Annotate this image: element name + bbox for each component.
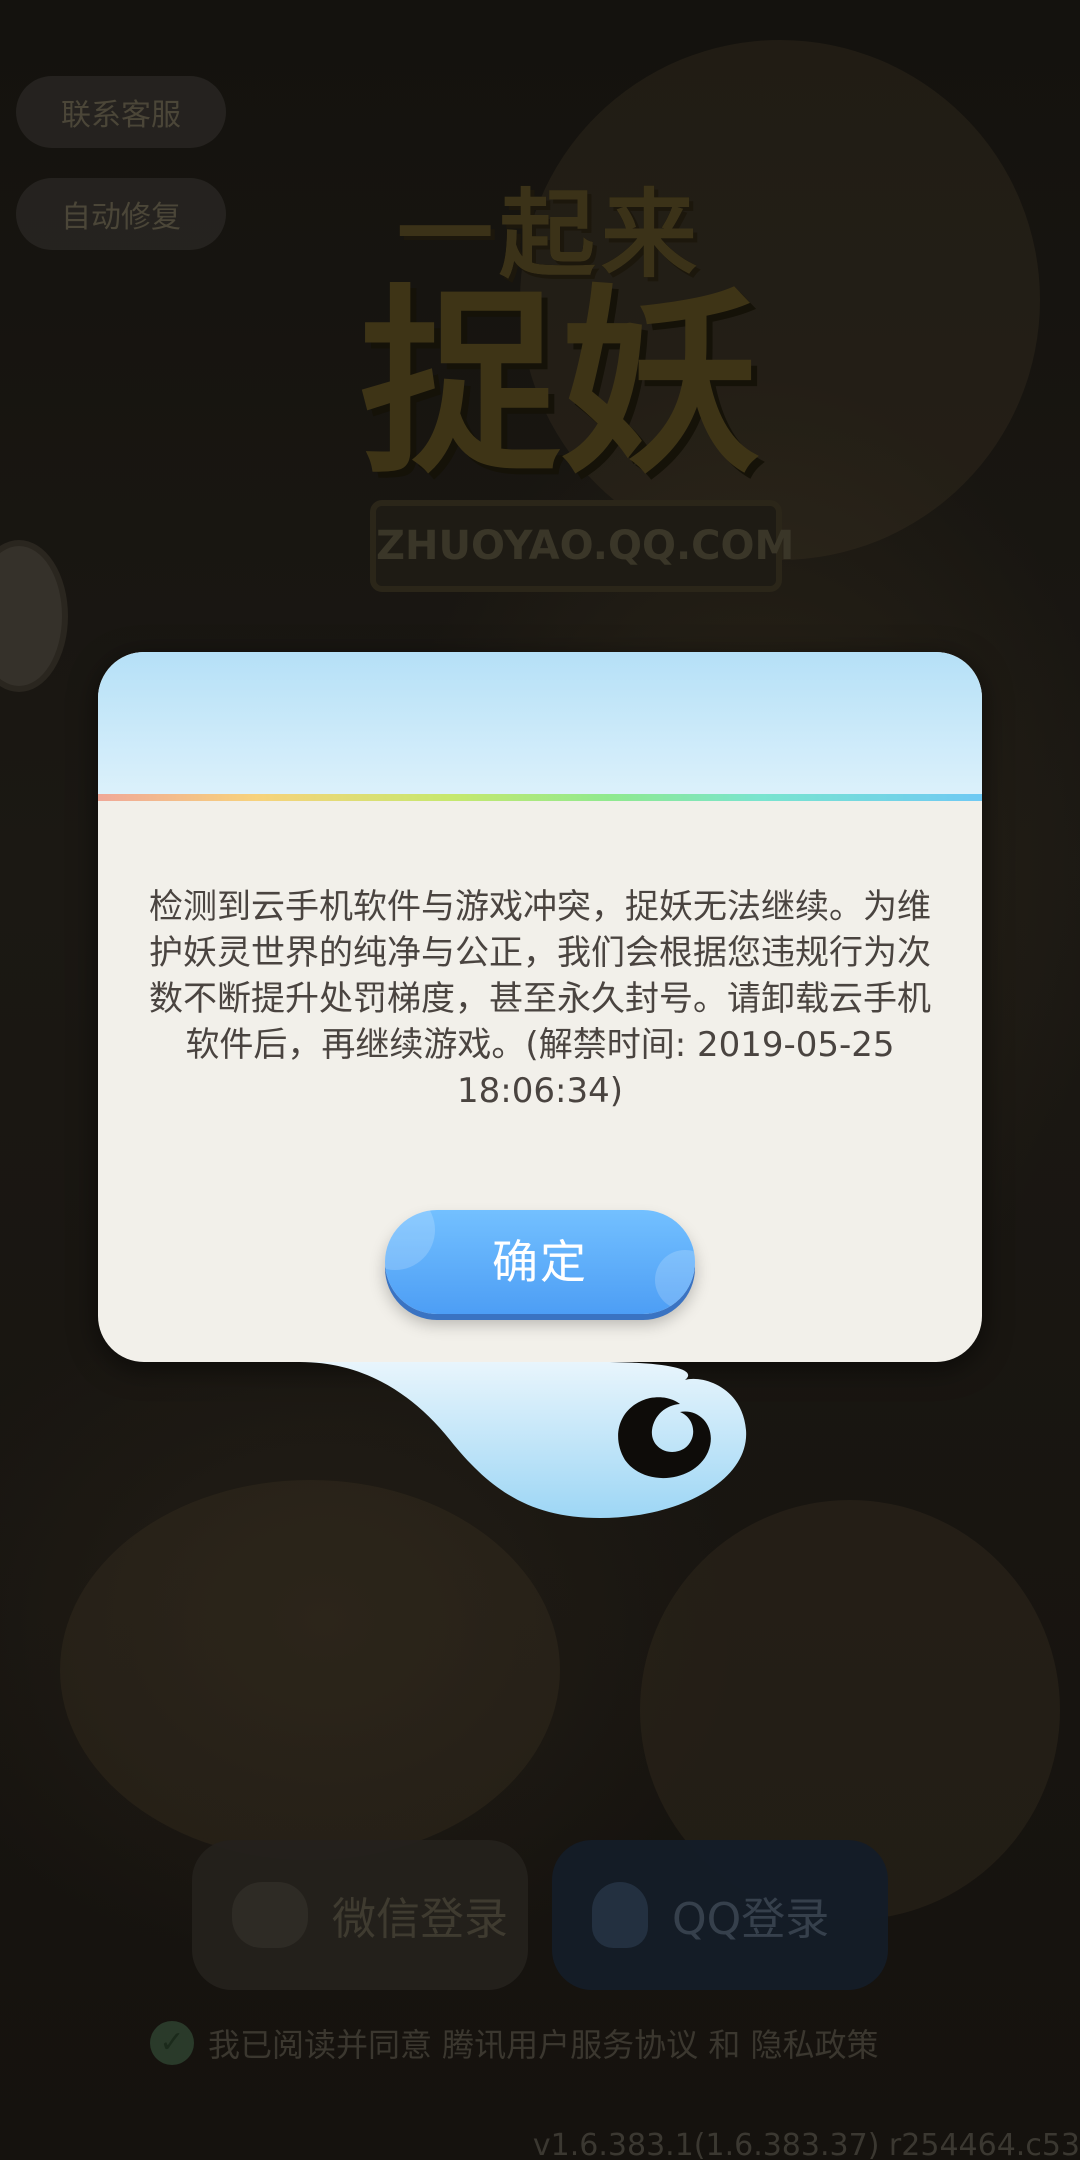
wechat-login-button[interactable]: 微信登录 [192, 1840, 528, 1990]
confirm-button-label: 确定 [492, 1235, 588, 1289]
customer-service-button[interactable]: 联系客服 [16, 76, 226, 148]
background-art-lower [60, 1480, 560, 1860]
wechat-login-label: 微信登录 [332, 1894, 508, 1945]
auto-repair-button[interactable]: 自动修复 [16, 178, 226, 250]
logo-url: ZHUOYAO.QQ.COM [370, 500, 794, 592]
agreement-text: 我已阅读并同意 腾讯用户服务协议 和 隐私政策 [208, 2026, 879, 2064]
agreement-checkbox[interactable]: ✓ [150, 2021, 194, 2065]
dialog-header [98, 652, 982, 796]
dialog-tail-decoration [300, 1362, 747, 1518]
game-screen: 联系客服 自动修复 一起来 捉妖 ZHUOYAO.QQ.COM 微信登录 QQ登… [0, 0, 1080, 2160]
confirm-button[interactable]: 确定 [385, 1210, 695, 1314]
version-label: v1.6.383.1(1.6.383.37) r254464.c53 [532, 2128, 1080, 2160]
conflict-warning-dialog: 检测到云手机软件与游戏冲突，捉妖无法继续。为维 护妖灵世界的纯净与公正，我们会根… [98, 652, 982, 1362]
button-shine-left [385, 1210, 435, 1270]
game-logo: 一起来 捉妖 ZHUOYAO.QQ.COM [250, 180, 870, 600]
agreement-row: ✓ 我已阅读并同意 腾讯用户服务协议 和 隐私政策 [150, 2020, 879, 2066]
dialog-message: 检测到云手机软件与游戏冲突，捉妖无法继续。为维 护妖灵世界的纯净与公正，我们会根… [149, 887, 931, 1111]
qq-penguin-icon [592, 1882, 648, 1948]
dialog-rainbow-divider [98, 794, 982, 801]
qq-login-label: QQ登录 [672, 1894, 830, 1945]
button-shine-right [655, 1250, 695, 1310]
panda-avatar-icon [0, 540, 68, 692]
qq-login-button[interactable]: QQ登录 [552, 1840, 888, 1990]
logo-line2: 捉妖 [359, 268, 760, 501]
wechat-icon [232, 1882, 308, 1948]
